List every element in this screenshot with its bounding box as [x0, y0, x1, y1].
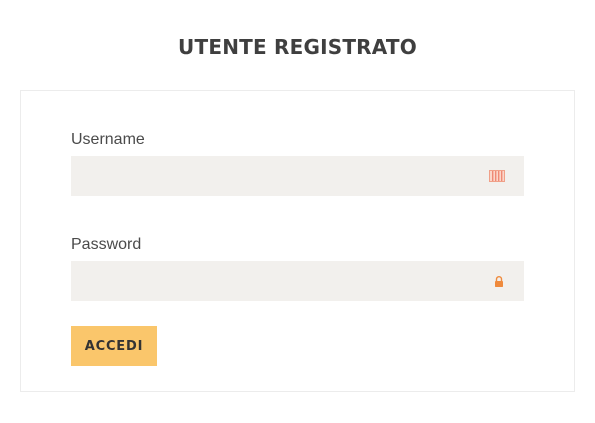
- username-label: Username: [71, 131, 145, 148]
- accedi-button[interactable]: ACCEDI: [71, 326, 157, 366]
- username-input[interactable]: [71, 156, 524, 196]
- keyboard-icon: [489, 170, 505, 182]
- login-form: Username Password ACCEDI: [20, 90, 575, 392]
- lock-icon: [495, 276, 503, 287]
- password-label: Password: [71, 236, 142, 253]
- page-title: UTENTE REGISTRATO: [178, 35, 417, 59]
- password-input[interactable]: [71, 261, 524, 301]
